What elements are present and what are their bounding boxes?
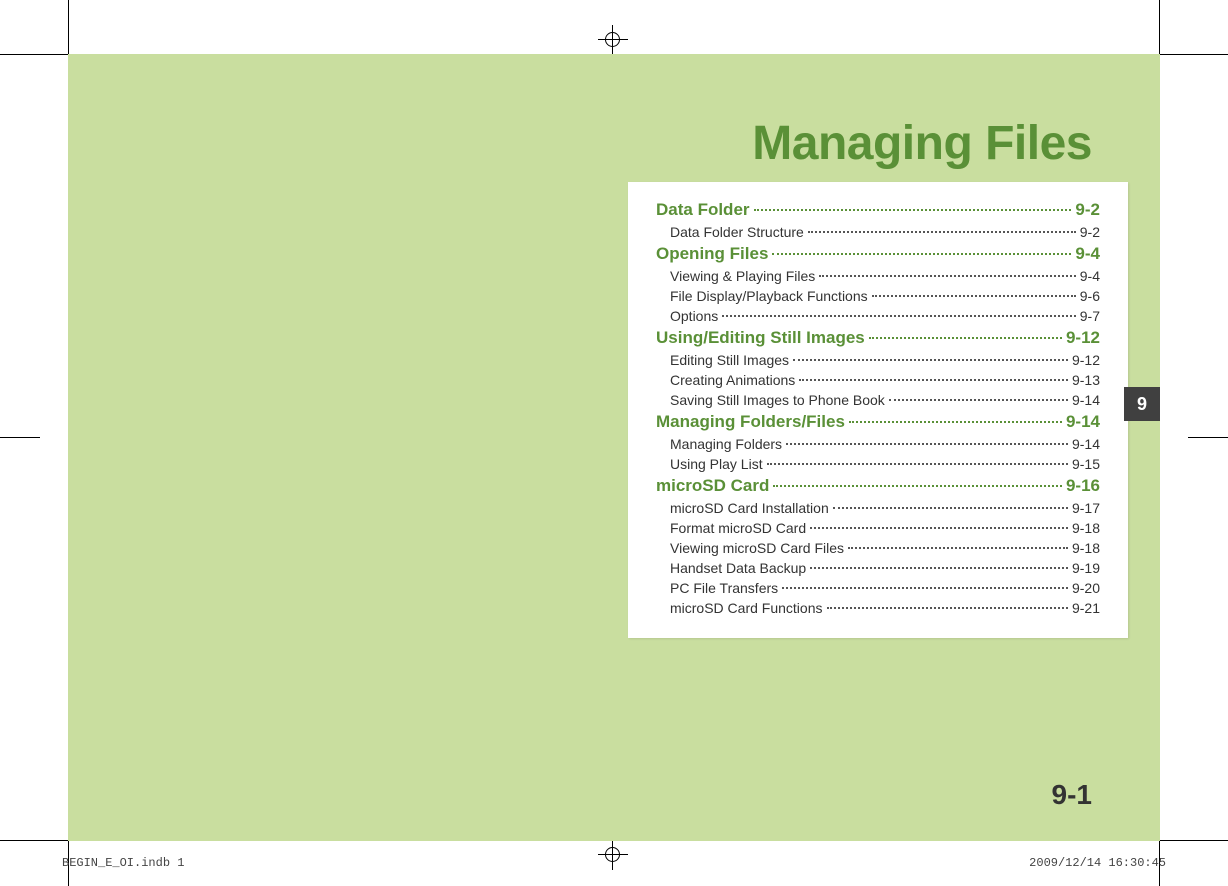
toc-sub: File Display/Playback Functions 9-6 (670, 288, 1100, 304)
toc-sub-page: 9-14 (1072, 392, 1100, 408)
toc-sub-label: Format microSD Card (670, 520, 806, 536)
toc-section-page: 9-12 (1066, 328, 1100, 348)
toc-sub: Creating Animations 9-13 (670, 372, 1100, 388)
toc-sub-label: Managing Folders (670, 436, 782, 452)
toc-sub-page: 9-21 (1072, 600, 1100, 616)
page-background: Managing Files Data Folder 9-2 Data Fold… (68, 54, 1160, 841)
toc-section-page: 9-14 (1066, 412, 1100, 432)
footer-filename: BEGIN_E_OI.indb 1 (62, 856, 184, 870)
leader-dots (799, 379, 1068, 381)
side-mark (0, 433, 40, 443)
toc-sub-page: 9-15 (1072, 456, 1100, 472)
toc-sub-label: Viewing & Playing Files (670, 268, 815, 284)
leader-dots (722, 315, 1076, 317)
toc-sub: Using Play List 9-15 (670, 456, 1100, 472)
leader-dots (889, 399, 1068, 401)
leader-dots (773, 485, 1062, 487)
crop-mark (1160, 54, 1228, 55)
toc-section: Using/Editing Still Images 9-12 (656, 328, 1100, 348)
toc-section-page: 9-2 (1075, 200, 1100, 220)
toc-sub: Data Folder Structure 9-2 (670, 224, 1100, 240)
toc-sub-page: 9-2 (1080, 224, 1100, 240)
crop-mark (0, 54, 68, 55)
toc-sub-label: File Display/Playback Functions (670, 288, 868, 304)
toc-sub-label: microSD Card Installation (670, 500, 829, 516)
side-mark (1188, 433, 1228, 443)
leader-dots (869, 337, 1062, 339)
toc-sub: microSD Card Installation 9-17 (670, 500, 1100, 516)
toc-section-label: microSD Card (656, 476, 769, 496)
toc-sub: Editing Still Images 9-12 (670, 352, 1100, 368)
leader-dots (827, 607, 1068, 609)
leader-dots (833, 507, 1068, 509)
toc-sub-label: PC File Transfers (670, 580, 778, 596)
toc-sub-page: 9-19 (1072, 560, 1100, 576)
toc-sub-label: Options (670, 308, 718, 324)
toc-sub: PC File Transfers 9-20 (670, 580, 1100, 596)
toc-sub-label: microSD Card Functions (670, 600, 823, 616)
toc-sub-label: Saving Still Images to Phone Book (670, 392, 885, 408)
leader-dots (810, 567, 1068, 569)
crop-mark (1159, 0, 1160, 54)
leader-dots (849, 421, 1062, 423)
leader-dots (772, 253, 1071, 255)
toc-sub-page: 9-4 (1080, 268, 1100, 284)
toc-sub: microSD Card Functions 9-21 (670, 600, 1100, 616)
page-number: 9-1 (1052, 779, 1092, 811)
leader-dots (767, 463, 1068, 465)
footer-timestamp: 2009/12/14 16:30:45 (1029, 856, 1166, 870)
toc-section-label: Managing Folders/Files (656, 412, 845, 432)
toc-sub-label: Creating Animations (670, 372, 795, 388)
registration-mark-icon (598, 840, 628, 870)
toc-sub-page: 9-7 (1080, 308, 1100, 324)
toc-section: microSD Card 9-16 (656, 476, 1100, 496)
crop-mark (1160, 840, 1228, 841)
toc-sub-page: 9-6 (1080, 288, 1100, 304)
crop-mark (0, 840, 68, 841)
leader-dots (808, 231, 1076, 233)
registration-mark-icon (598, 25, 628, 55)
toc-sub-label: Using Play List (670, 456, 763, 472)
leader-dots (810, 527, 1068, 529)
toc-section-label: Using/Editing Still Images (656, 328, 865, 348)
page-title: Managing Files (752, 116, 1092, 171)
leader-dots (819, 275, 1076, 277)
toc-sub-label: Viewing microSD Card Files (670, 540, 844, 556)
toc-sub-page: 9-14 (1072, 436, 1100, 452)
leader-dots (782, 587, 1068, 589)
toc-sub-page: 9-18 (1072, 540, 1100, 556)
toc-section: Opening Files 9-4 (656, 244, 1100, 264)
toc-sub-label: Data Folder Structure (670, 224, 804, 240)
toc-sub: Format microSD Card 9-18 (670, 520, 1100, 536)
toc-sub-page: 9-18 (1072, 520, 1100, 536)
crop-mark (68, 0, 69, 54)
toc-sub-page: 9-13 (1072, 372, 1100, 388)
table-of-contents: Data Folder 9-2 Data Folder Structure 9-… (628, 182, 1128, 638)
toc-sub: Options 9-7 (670, 308, 1100, 324)
toc-sub: Saving Still Images to Phone Book 9-14 (670, 392, 1100, 408)
toc-sub-page: 9-20 (1072, 580, 1100, 596)
toc-section-label: Data Folder (656, 200, 750, 220)
toc-sub: Viewing microSD Card Files 9-18 (670, 540, 1100, 556)
leader-dots (848, 547, 1068, 549)
leader-dots (754, 209, 1072, 211)
toc-section-page: 9-16 (1066, 476, 1100, 496)
toc-section: Data Folder 9-2 (656, 200, 1100, 220)
toc-section-label: Opening Files (656, 244, 768, 264)
leader-dots (872, 295, 1076, 297)
leader-dots (793, 359, 1068, 361)
toc-sub: Handset Data Backup 9-19 (670, 560, 1100, 576)
toc-section-page: 9-4 (1075, 244, 1100, 264)
toc-sub-page: 9-12 (1072, 352, 1100, 368)
toc-sub: Viewing & Playing Files 9-4 (670, 268, 1100, 284)
leader-dots (786, 443, 1068, 445)
toc-sub-page: 9-17 (1072, 500, 1100, 516)
toc-sub-label: Editing Still Images (670, 352, 789, 368)
chapter-tab: 9 (1124, 387, 1160, 421)
toc-sub: Managing Folders 9-14 (670, 436, 1100, 452)
toc-section: Managing Folders/Files 9-14 (656, 412, 1100, 432)
toc-sub-label: Handset Data Backup (670, 560, 806, 576)
